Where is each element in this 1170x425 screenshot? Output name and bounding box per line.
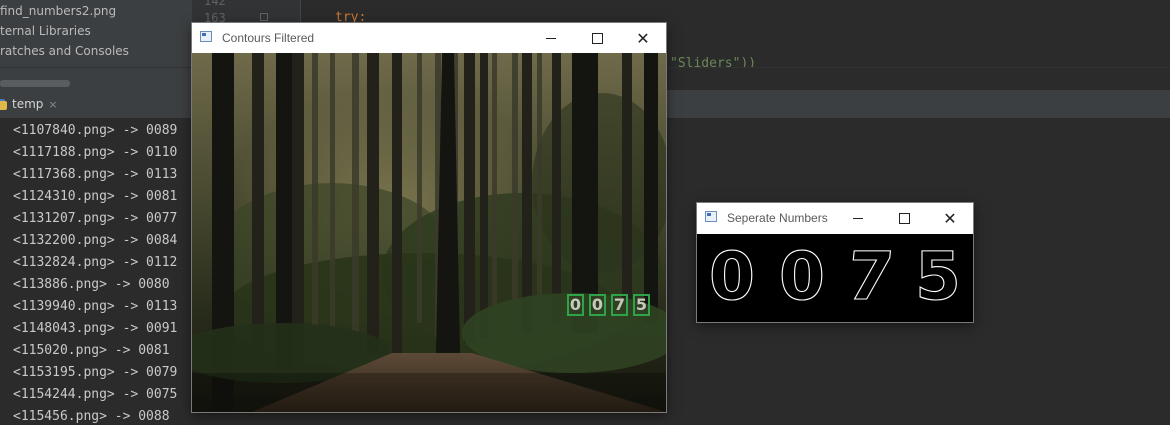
separated-digits-image: 0075 <box>697 234 973 322</box>
console-line: <1117188.png> -> 0110 <box>13 145 178 160</box>
digit-bounding-box: 7 <box>611 294 628 316</box>
tree-scrollbar[interactable] <box>0 80 70 87</box>
console-line: <1131207.png> -> 0077 <box>13 211 178 226</box>
console-line: <1154244.png> -> 0075 <box>13 387 178 402</box>
seperate-numbers-window: Seperate Numbers ✕ 0075 <box>697 203 973 322</box>
separated-digit: 0 <box>778 238 825 315</box>
maximize-button[interactable] <box>881 203 927 233</box>
console-line: <1107840.png> -> 0089 <box>13 123 178 138</box>
window-title: Contours Filtered <box>222 31 315 45</box>
console-line: <1132200.png> -> 0084 <box>13 233 178 248</box>
tree-item-scratches[interactable]: ratches and Consoles <box>0 41 129 61</box>
digit-bounding-box: 5 <box>633 294 650 316</box>
console-line: <1148043.png> -> 0091 <box>13 321 178 336</box>
window-titlebar[interactable]: Seperate Numbers ✕ <box>697 203 973 233</box>
console-line: <1117368.png> -> 0113 <box>13 167 178 182</box>
code-string-fragment: "Sliders")) <box>670 56 757 67</box>
console-line: <115020.png> -> 0081 <box>13 343 170 358</box>
close-tab-icon[interactable]: × <box>48 98 57 111</box>
close-button[interactable]: ✕ <box>620 23 666 53</box>
console-line: <113886.png> -> 0080 <box>13 277 170 292</box>
console-line: <1153195.png> -> 0079 <box>13 365 178 380</box>
minimize-button[interactable] <box>528 23 574 53</box>
console-line: <115456.png> -> 0088 <box>13 409 170 424</box>
python-run-icon <box>0 99 7 110</box>
detected-digit-boxes: 0075 <box>567 294 652 317</box>
separated-digit: 5 <box>914 238 961 315</box>
run-tab-label: temp <box>12 97 44 111</box>
forest-image: 0075 <box>192 53 666 412</box>
separated-digit: 7 <box>842 237 898 315</box>
minimize-button[interactable] <box>835 203 881 233</box>
separated-digit: 0 <box>708 238 755 315</box>
run-tab-temp[interactable]: temp × <box>0 90 64 118</box>
tree-item-file[interactable]: find_numbers2.png <box>0 1 116 21</box>
window-title: Seperate Numbers <box>727 211 828 225</box>
forest-photo-illustration <box>192 53 666 412</box>
console-line: <1132824.png> -> 0112 <box>13 255 178 270</box>
project-tree-panel: find_numbers2.png ternal Libraries ratch… <box>0 0 192 90</box>
console-line: <1139940.png> -> 0113 <box>13 299 178 314</box>
line-number: 142 <box>204 0 226 8</box>
window-icon <box>200 31 212 42</box>
digit-bounding-box: 0 <box>567 294 584 316</box>
fold-marker-icon[interactable] <box>260 13 268 21</box>
close-button[interactable]: ✕ <box>927 203 973 233</box>
digit-bounding-box: 0 <box>589 294 606 316</box>
window-icon <box>705 211 717 222</box>
console-line: <1124310.png> -> 0081 <box>13 189 178 204</box>
tree-item-external-libraries[interactable]: ternal Libraries <box>0 21 91 41</box>
contours-filtered-window: Contours Filtered ✕ 0 0 7 5 <box>192 23 666 412</box>
window-titlebar[interactable]: Contours Filtered ✕ <box>192 23 666 53</box>
maximize-button[interactable] <box>574 23 620 53</box>
